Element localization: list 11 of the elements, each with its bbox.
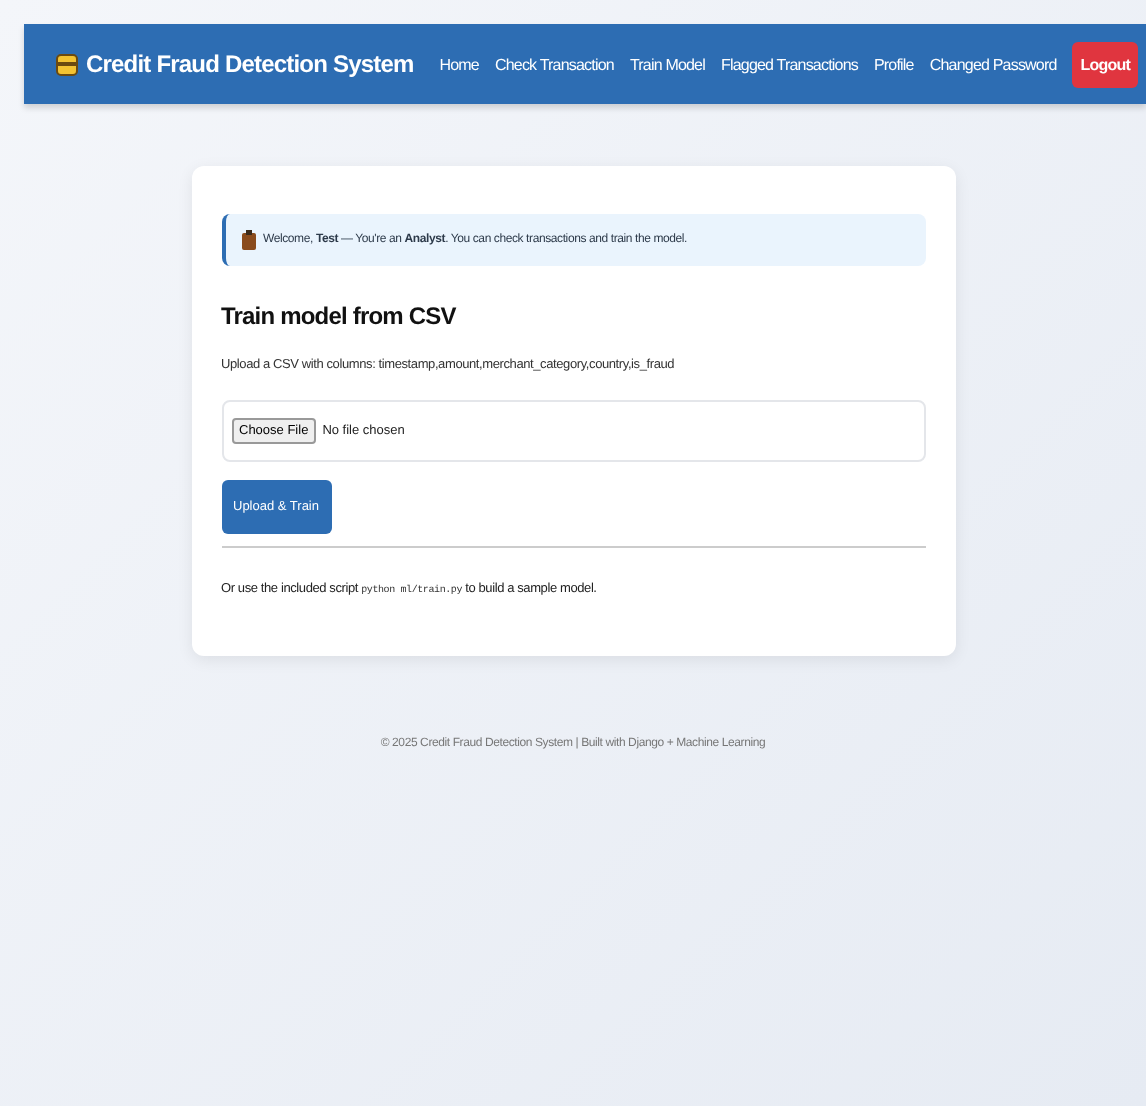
nav-link[interactable]: Profile: [873, 55, 914, 73]
nav-link[interactable]: Flagged Transactions: [720, 55, 858, 73]
nav-link[interactable]: Check Transaction: [494, 55, 614, 73]
clipboard-icon: [241, 230, 255, 250]
nav-link[interactable]: Changed Password: [929, 55, 1057, 73]
card-icon: [56, 53, 78, 75]
form-title: Train model from CSV: [221, 302, 458, 330]
brand-link[interactable]: Credit Fraud Detection System: [86, 50, 414, 78]
logout-button[interactable]: Logout: [1072, 41, 1138, 87]
nav-link[interactable]: Train Model: [629, 55, 705, 73]
nav-link[interactable]: Home: [439, 55, 479, 73]
